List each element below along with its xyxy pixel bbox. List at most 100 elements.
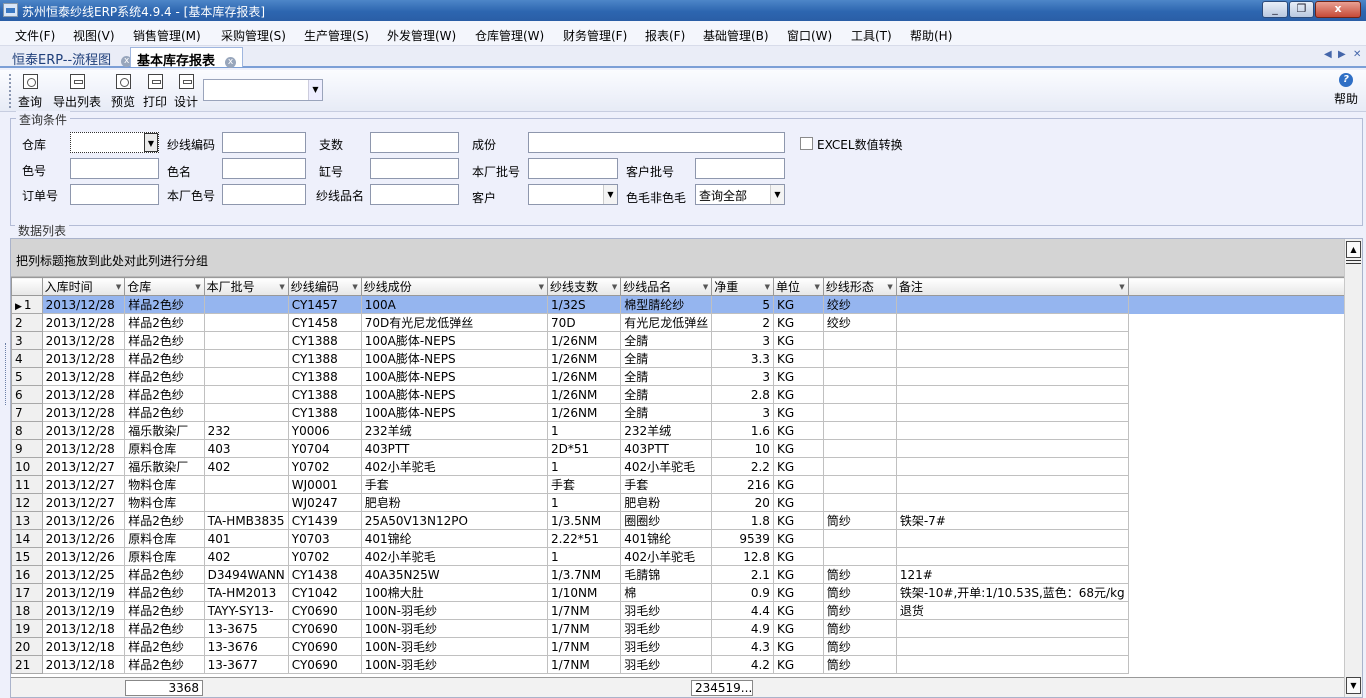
close-icon[interactable]: x <box>225 57 237 68</box>
cell-warehouse[interactable]: 样品2色纱 <box>124 367 205 386</box>
cell-batch[interactable]: 402 <box>203 547 289 566</box>
cell-form[interactable] <box>822 421 897 440</box>
row-number[interactable]: 15 <box>11 547 43 566</box>
table-row[interactable]: 16 2013/12/25 样品2色纱 D3494WANN CY1438 40A35N25… <box>11 565 1362 584</box>
cell-code[interactable]: CY1439 <box>287 511 362 530</box>
menu-production[interactable]: 生产管理(S) <box>304 27 369 44</box>
cell-form[interactable]: 筒纱 <box>822 583 897 602</box>
cell-weight[interactable]: 5 <box>711 295 774 314</box>
menu-reports[interactable]: 报表(F) <box>645 27 685 44</box>
cell-note[interactable] <box>895 313 1129 332</box>
cell-date[interactable]: 2013/12/28 <box>41 403 126 422</box>
cell-weight[interactable]: 3 <box>711 367 774 386</box>
cell-batch[interactable]: TA-HMB3835 <box>203 511 289 530</box>
cell-unit[interactable]: KG <box>772 475 824 494</box>
cell-form[interactable]: 筒纱 <box>822 601 897 620</box>
cell-date[interactable]: 2013/12/28 <box>41 439 126 458</box>
table-row[interactable]: 20 2013/12/18 样品2色纱 13-3676 CY0690 100N-羽毛纱 1/… <box>11 637 1362 656</box>
cell-unit[interactable]: KG <box>772 403 824 422</box>
minimize-button[interactable]: _ <box>1262 1 1288 18</box>
cell-weight[interactable]: 10 <box>711 439 774 458</box>
row-number[interactable]: 12 <box>11 493 43 512</box>
cell-warehouse[interactable]: 福乐散染厂 <box>124 457 205 476</box>
cell-code[interactable]: CY0690 <box>287 655 362 674</box>
customer-batch-input[interactable] <box>695 158 785 179</box>
cell-name[interactable]: 有光尼龙低弹丝 <box>620 313 713 332</box>
cell-unit[interactable]: KG <box>772 511 824 530</box>
cell-unit[interactable]: KG <box>772 457 824 476</box>
cell-batch[interactable]: 13-3677 <box>203 655 289 674</box>
cell-code[interactable]: WJ0247 <box>287 493 362 512</box>
cell-count[interactable]: 1/3.7NM <box>547 565 622 584</box>
cell-name[interactable]: 棉型腈纶纱 <box>620 295 713 314</box>
cell-note[interactable] <box>895 403 1129 422</box>
cell-weight[interactable]: 4.2 <box>711 655 774 674</box>
table-row[interactable]: 17 2013/12/19 样品2色纱 TA-HM2013 CY1042 100棉大肚 1/… <box>11 583 1362 602</box>
cell-batch[interactable]: TAYY-SY13- <box>203 601 289 620</box>
cell-form[interactable]: 筒纱 <box>822 655 897 674</box>
cell-date[interactable]: 2013/12/26 <box>41 547 126 566</box>
cell-count[interactable]: 1/7NM <box>547 637 622 656</box>
close-button[interactable]: x <box>1315 1 1361 18</box>
cell-code[interactable]: WJ0001 <box>287 475 362 494</box>
row-number[interactable]: 9 <box>11 439 43 458</box>
cell-weight[interactable]: 2.2 <box>711 457 774 476</box>
cell-code[interactable]: Y0702 <box>287 457 362 476</box>
cell-warehouse[interactable]: 物料仓库 <box>124 475 205 494</box>
cell-form[interactable] <box>822 349 897 368</box>
cell-name[interactable]: 全腈 <box>620 367 713 386</box>
cell-note[interactable]: 铁架-7# <box>895 511 1129 530</box>
row-number[interactable]: 8 <box>11 421 43 440</box>
filter-arrow-icon[interactable]: ▼ <box>887 283 892 291</box>
cell-unit[interactable]: KG <box>772 565 824 584</box>
cell-name[interactable]: 402小羊驼毛 <box>620 457 713 476</box>
cell-unit[interactable]: KG <box>772 313 824 332</box>
cell-count[interactable]: 手套 <box>547 475 622 494</box>
cell-name[interactable]: 羽毛纱 <box>620 655 713 674</box>
cell-date[interactable]: 2013/12/28 <box>41 313 126 332</box>
cell-date[interactable]: 2013/12/28 <box>41 331 126 350</box>
tab-close-all-icon[interactable]: ✕ <box>1353 49 1361 60</box>
preview-button[interactable]: 预览 <box>111 73 135 110</box>
cell-weight[interactable]: 2.1 <box>711 565 774 584</box>
cell-composition[interactable]: 100A <box>360 295 549 314</box>
cell-composition[interactable]: 100N-羽毛纱 <box>360 619 549 638</box>
cell-warehouse[interactable]: 样品2色纱 <box>124 601 205 620</box>
column-header-unit[interactable]: 单位 ▼ <box>772 277 824 296</box>
table-row[interactable]: 7 2013/12/28 样品2色纱 CY1388 100A膨体-NEPS 1/26NM 全… <box>11 403 1362 422</box>
chevron-down-icon[interactable]: ▼ <box>144 133 158 152</box>
column-header-count[interactable]: 纱线支数 ▼ <box>547 277 622 296</box>
cell-warehouse[interactable]: 样品2色纱 <box>124 619 205 638</box>
cell-form[interactable]: 绞纱 <box>822 295 897 314</box>
cell-unit[interactable]: KG <box>772 493 824 512</box>
order-no-input[interactable] <box>70 184 159 205</box>
cell-code[interactable]: CY0690 <box>287 619 362 638</box>
cell-weight[interactable]: 2.8 <box>711 385 774 404</box>
cell-unit[interactable]: KG <box>772 421 824 440</box>
table-row[interactable]: 12 2013/12/27 物料仓库 WJ0247 肥皂粉 1 肥皂粉 20 KG <box>11 493 1362 512</box>
cell-composition[interactable]: 100N-羽毛纱 <box>360 601 549 620</box>
cell-count[interactable]: 1/7NM <box>547 601 622 620</box>
cell-date[interactable]: 2013/12/18 <box>41 619 126 638</box>
cell-batch[interactable] <box>203 349 289 368</box>
table-row[interactable]: 5 2013/12/28 样品2色纱 CY1388 100A膨体-NEPS 1/26NM 全… <box>11 367 1362 386</box>
cell-form[interactable] <box>822 529 897 548</box>
cell-batch[interactable] <box>203 403 289 422</box>
cell-count[interactable]: 1 <box>547 421 622 440</box>
cell-batch[interactable]: 13-3675 <box>203 619 289 638</box>
export-list-button[interactable]: 导出列表 <box>53 73 101 110</box>
cell-note[interactable]: 退货 <box>895 601 1129 620</box>
filter-arrow-icon[interactable]: ▼ <box>116 283 121 291</box>
table-row[interactable]: 9 2013/12/28 原料仓库 403 Y0704 403PTT 2D*51 403PTT… <box>11 439 1362 458</box>
filter-arrow-icon[interactable]: ▼ <box>195 283 200 291</box>
row-number[interactable]: 20 <box>11 637 43 656</box>
cell-composition[interactable]: 100A膨体-NEPS <box>360 349 549 368</box>
cell-unit[interactable]: KG <box>772 655 824 674</box>
cell-weight[interactable]: 12.8 <box>711 547 774 566</box>
cell-warehouse[interactable]: 福乐散染厂 <box>124 421 205 440</box>
design-button[interactable]: 设计 <box>174 73 198 110</box>
cell-note[interactable] <box>895 349 1129 368</box>
cell-weight[interactable]: 216 <box>711 475 774 494</box>
menu-window[interactable]: 窗口(W) <box>787 27 832 44</box>
cell-name[interactable]: 毛腈锦 <box>620 565 713 584</box>
